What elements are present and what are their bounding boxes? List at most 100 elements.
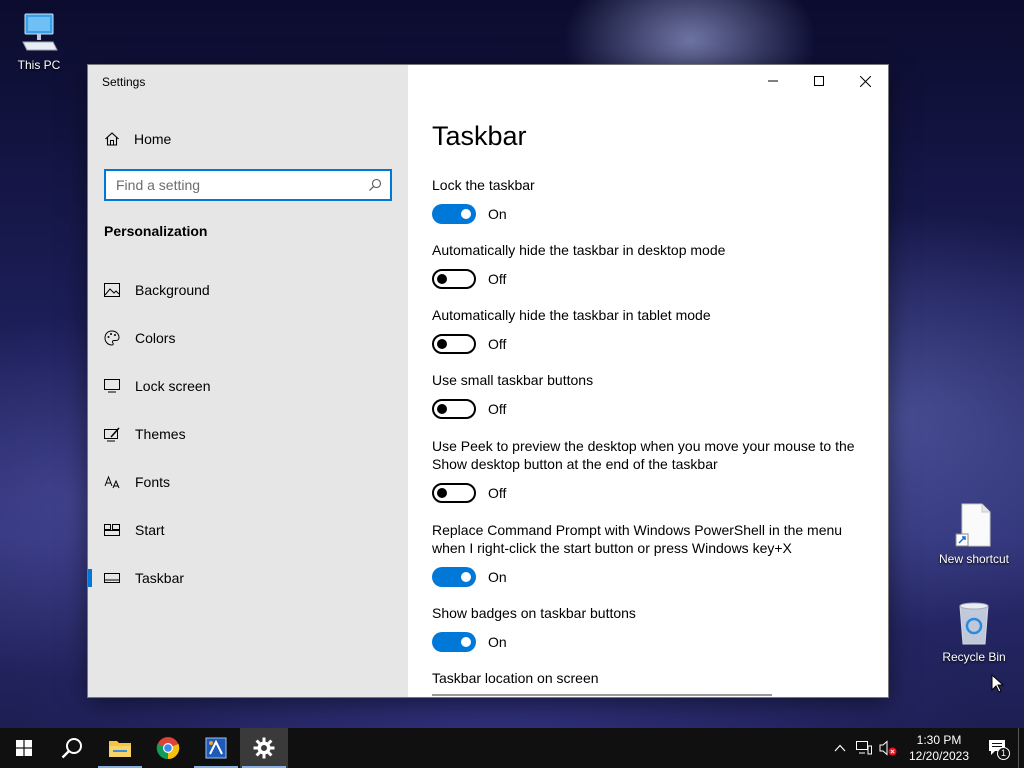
setting-label: Use small taskbar buttons <box>432 372 594 388</box>
action-center-button[interactable]: 1 <box>978 728 1018 768</box>
section-title: Personalization <box>104 223 208 239</box>
desktop-icon-recycle-bin[interactable]: Recycle Bin <box>934 600 1014 664</box>
taskbar-location-dropdown[interactable] <box>432 694 772 697</box>
find-setting-search[interactable] <box>104 169 392 201</box>
home-nav-item[interactable]: Home <box>104 129 171 149</box>
autohide-tablet-toggle[interactable] <box>432 334 476 354</box>
setting-label: Taskbar location on screen <box>432 670 599 686</box>
toggle-state: Off <box>488 271 507 287</box>
palette-icon <box>104 330 120 346</box>
setting-powershell: Replace Command Prompt with Windows Powe… <box>432 521 872 587</box>
minimize-button[interactable] <box>750 65 796 97</box>
setting-label: Automatically hide the taskbar in tablet… <box>432 307 711 323</box>
minimize-icon <box>768 80 778 82</box>
taskbar-icon <box>104 570 120 586</box>
desktop-icon-this-pc[interactable]: This PC <box>0 8 79 72</box>
page-title: Taskbar <box>432 121 527 151</box>
sidebar-item-start[interactable]: Start <box>88 506 408 554</box>
setting-label: Use Peek to preview the desktop when you… <box>432 438 855 472</box>
sidebar-item-colors[interactable]: Colors <box>88 314 408 362</box>
windows-taskbar: 1:30 PM 12/20/2023 1 <box>0 728 1024 768</box>
toggle-state: On <box>488 569 507 585</box>
small-buttons-toggle[interactable] <box>432 399 476 419</box>
volume-button[interactable] <box>876 728 900 768</box>
setting-location: Taskbar location on screen <box>432 669 872 687</box>
windows-logo-icon <box>16 740 32 756</box>
autohide-desktop-toggle[interactable] <box>432 269 476 289</box>
toggle-state: Off <box>488 485 507 501</box>
sidebar-item-label: Colors <box>135 330 176 346</box>
maximize-button[interactable] <box>796 65 842 97</box>
notification-badge: 1 <box>997 747 1010 760</box>
folder-icon <box>109 741 131 757</box>
window-title: Settings <box>102 75 146 89</box>
close-button[interactable] <box>842 65 888 97</box>
search-button[interactable] <box>48 728 96 768</box>
sidebar-item-label: Background <box>135 282 210 298</box>
powershell-toggle[interactable] <box>432 567 476 587</box>
start-button[interactable] <box>0 728 48 768</box>
settings-taskbar-button[interactable] <box>240 728 288 768</box>
app-button[interactable] <box>192 728 240 768</box>
setting-badges: Show badges on taskbar buttons On <box>432 604 872 652</box>
setting-label: Lock the taskbar <box>432 177 535 193</box>
setting-lock-taskbar: Lock the taskbar On <box>432 176 872 224</box>
personalization-nav: Background Colors Lock screen Themes Fon… <box>88 266 408 602</box>
toggle-state: On <box>488 206 507 222</box>
setting-label: Automatically hide the taskbar in deskto… <box>432 242 726 258</box>
network-icon <box>856 741 872 755</box>
maximize-icon <box>814 76 824 86</box>
desktop-icon-label: Recycle Bin <box>942 650 1006 664</box>
start-tiles-icon <box>104 522 120 538</box>
toggle-state: Off <box>488 336 507 352</box>
show-desktop-button[interactable] <box>1018 728 1024 768</box>
clock-time: 1:30 PM <box>916 733 962 747</box>
desktop-icon-new-shortcut[interactable]: New shortcut <box>934 502 1014 566</box>
sidebar-item-label: Start <box>135 522 165 538</box>
desktop-icon-label: This PC <box>17 58 61 72</box>
gear-icon <box>253 737 275 759</box>
home-icon <box>105 132 119 146</box>
search-icon <box>61 738 82 759</box>
badges-toggle[interactable] <box>432 632 476 652</box>
desktop-icon-label: New shortcut <box>938 552 1010 566</box>
network-button[interactable] <box>852 728 876 768</box>
clock-date: 12/20/2023 <box>908 749 970 763</box>
sidebar-item-taskbar[interactable]: Taskbar <box>88 554 408 602</box>
show-hidden-icons-button[interactable] <box>828 728 852 768</box>
file-explorer-button[interactable] <box>96 728 144 768</box>
mouse-cursor-icon <box>991 674 1005 693</box>
monitor-icon <box>104 378 120 394</box>
computer-icon <box>0 8 79 54</box>
home-label: Home <box>134 131 172 147</box>
sidebar-item-label: Taskbar <box>135 570 185 586</box>
chrome-button[interactable] <box>144 728 192 768</box>
sidebar-item-fonts[interactable]: Fonts <box>88 458 408 506</box>
search-input[interactable] <box>116 177 368 193</box>
setting-small-buttons: Use small taskbar buttons Off <box>432 371 872 419</box>
chrome-icon <box>156 737 180 760</box>
peek-toggle[interactable] <box>432 483 476 503</box>
toggle-state: Off <box>488 401 507 417</box>
lock-taskbar-toggle[interactable] <box>432 204 476 224</box>
close-icon <box>859 75 871 87</box>
search-icon[interactable] <box>368 178 382 192</box>
setting-autohide-tablet: Automatically hide the taskbar in tablet… <box>432 306 872 354</box>
clock[interactable]: 1:30 PM 12/20/2023 <box>900 732 978 764</box>
sidebar-item-label: Themes <box>135 426 186 442</box>
settings-sidebar: Settings Home Personalization Background <box>88 65 408 697</box>
chevron-up-icon <box>834 744 846 752</box>
sidebar-item-label: Fonts <box>135 474 171 490</box>
setting-label: Show badges on taskbar buttons <box>432 605 636 621</box>
sidebar-item-label: Lock screen <box>135 378 211 394</box>
sidebar-item-themes[interactable]: Themes <box>88 410 408 458</box>
setting-peek: Use Peek to preview the desktop when you… <box>432 437 872 503</box>
shortcut-file-icon <box>934 502 1014 548</box>
font-icon <box>104 474 120 490</box>
settings-content: Taskbar Lock the taskbar On Automaticall… <box>408 65 888 697</box>
system-tray: 1:30 PM 12/20/2023 1 <box>828 728 1024 768</box>
sidebar-item-background[interactable]: Background <box>88 266 408 314</box>
sidebar-item-lock-screen[interactable]: Lock screen <box>88 362 408 410</box>
speaker-muted-icon <box>879 740 897 756</box>
recycle-bin-icon <box>934 600 1014 646</box>
